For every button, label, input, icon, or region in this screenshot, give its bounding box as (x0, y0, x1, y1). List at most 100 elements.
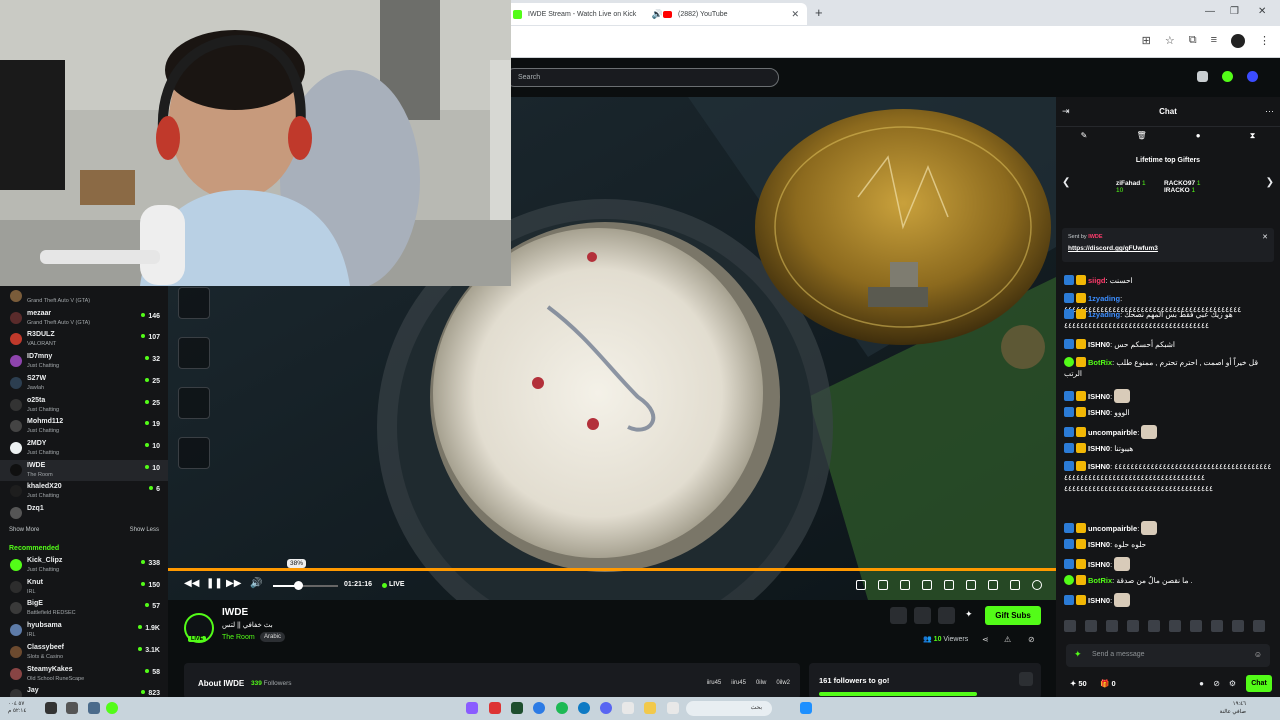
tray-kick-icon[interactable] (106, 702, 118, 714)
tray-1-icon[interactable] (45, 702, 57, 714)
chat-message[interactable]: ISHN0: اشبكم أحسكم حس (1064, 339, 1276, 350)
chat-message[interactable]: siigd: احسنت (1064, 275, 1276, 286)
chat-username[interactable]: uncompairble (1088, 524, 1137, 533)
app-edge-icon[interactable] (578, 702, 590, 714)
chat-username[interactable]: siigd (1088, 276, 1106, 285)
social-tiktok-link[interactable]: 0ilw2 (776, 680, 790, 686)
chat-message[interactable]: ISHN0: ٤٤٤٤٤٤٤٤٤٤٤٤٤٤٤٤٤٤٤٤٤٤٤٤٤٤٤٤٤٤٤٤٤… (1064, 461, 1276, 494)
taskbar-clock[interactable]: ١٩:٤٦ صافي عالنة (1220, 700, 1246, 716)
language-tag[interactable]: Arabic (260, 632, 286, 642)
overlay-button-1[interactable] (178, 287, 210, 319)
warning-icon[interactable]: ⚠ (1004, 635, 1011, 644)
subs-count[interactable]: 🎁 0 (1100, 679, 1116, 688)
window-close-icon[interactable]: ✕ (1258, 6, 1266, 17)
following-item[interactable]: S27W Jawlah 25 (0, 373, 168, 394)
emote-8-icon[interactable] (1211, 620, 1223, 632)
speed-icon[interactable] (900, 580, 910, 590)
live-indicator-label[interactable]: LIVE (389, 581, 405, 588)
chat-username[interactable]: ISHN0 (1088, 560, 1110, 569)
show-less-link[interactable]: Show Less (130, 527, 159, 533)
browser-menu-icon[interactable]: ⋮ (1259, 34, 1270, 48)
settings-gear-icon[interactable] (1032, 580, 1042, 590)
emote-1-icon[interactable] (1064, 620, 1076, 632)
overlay-button-3[interactable] (178, 387, 210, 419)
chat-users-icon[interactable]: ● (1199, 679, 1204, 688)
pinned-discord-link[interactable]: https://discord.gg/gFUwfum3 (1068, 245, 1158, 252)
app-discord-icon[interactable] (600, 702, 612, 714)
chat-message[interactable]: ISHN0: حلوه حلوه (1064, 539, 1276, 550)
theater-mode-icon[interactable] (988, 580, 998, 590)
chat-bubble-icon[interactable]: ● (1196, 131, 1201, 141)
chat-username[interactable]: BotRix (1088, 576, 1112, 585)
chat-message[interactable]: ISHN0: (1064, 389, 1276, 403)
sparkle-icon[interactable]: ✦ (965, 609, 973, 620)
emote-3-icon[interactable] (1106, 620, 1118, 632)
chat-username[interactable]: 1zyading (1088, 294, 1120, 303)
fullscreen-icon[interactable] (1010, 580, 1020, 590)
chat-username[interactable]: ISHN0 (1088, 392, 1110, 401)
emote-4-icon[interactable] (1127, 620, 1139, 632)
miniplayer-icon[interactable] (966, 580, 976, 590)
emote-6-icon[interactable] (1169, 620, 1181, 632)
streamer-name[interactable]: IWDE (222, 607, 248, 618)
emote-10-icon[interactable] (1253, 620, 1265, 632)
taskbar-weather[interactable]: ٥٧ ٠٠٤ ٥٢:١٤ م (8, 701, 26, 715)
bookmark-star-icon[interactable]: ☆ (1165, 34, 1175, 48)
pin-icon[interactable]: ✎ (1081, 131, 1088, 141)
recommended-item[interactable]: BigE Battlefield REDSEC 57 (0, 598, 168, 619)
search-input[interactable]: Search (505, 68, 779, 87)
social-x-link[interactable]: iiru45 (707, 680, 722, 686)
emoji-picker-icon[interactable]: ☺ (1254, 650, 1262, 659)
following-item[interactable]: Grand Theft Auto V (GTA) (0, 286, 168, 307)
emote-5-icon[interactable] (1148, 620, 1160, 632)
app-spotify-icon[interactable] (556, 702, 568, 714)
chat-username[interactable]: ISHN0 (1088, 408, 1110, 417)
tray-2-icon[interactable] (66, 702, 78, 714)
stats-icon[interactable] (922, 580, 932, 590)
profile-avatar[interactable] (1231, 34, 1245, 48)
forward-icon[interactable]: ▶▶ (226, 578, 241, 589)
following-item[interactable]: Dzq1 (0, 503, 168, 524)
chat-username[interactable]: 1zyading (1088, 310, 1120, 319)
tray-3-icon[interactable] (88, 702, 100, 714)
recommended-item[interactable]: Kick_Clipz Just Chatting 338 (0, 555, 168, 576)
user-avatar[interactable] (1247, 71, 1258, 82)
chat-message[interactable]: ISHN0: هيبوتنا (1064, 443, 1276, 454)
overlay-button-4[interactable] (178, 437, 210, 469)
volume-icon[interactable]: 🔊 (250, 578, 262, 589)
chat-message[interactable]: ISHN0: (1064, 557, 1276, 571)
slow-mode-icon[interactable]: ⊘ (1213, 679, 1220, 688)
translate-icon[interactable]: ⊞ (1142, 34, 1151, 48)
minimize-icon[interactable]: — (1205, 6, 1215, 17)
app-store-icon[interactable] (622, 702, 634, 714)
following-item[interactable]: 2MDY Just Chatting 10 (0, 438, 168, 459)
app-1-icon[interactable] (466, 702, 478, 714)
chat-message[interactable]: 1zyading: هو زيك عبي فقط بس المهم نصحك ٤… (1064, 309, 1276, 331)
video-progress-bar[interactable] (168, 568, 1056, 571)
chat-username[interactable]: ISHN0 (1088, 596, 1110, 605)
app-3-icon[interactable] (511, 702, 523, 714)
chat-message[interactable]: BotRix: ما نقصن مالٌ من صدقة . (1064, 575, 1276, 586)
stream-category[interactable]: The Room (222, 634, 255, 641)
app-2-icon[interactable] (489, 702, 501, 714)
gifters-prev-icon[interactable]: ❮ (1062, 177, 1070, 188)
emote-9-icon[interactable] (1232, 620, 1244, 632)
share-icon[interactable]: ⋖ (982, 635, 989, 644)
emote-7-icon[interactable] (1190, 620, 1202, 632)
app-notepad-icon[interactable] (667, 702, 679, 714)
following-item[interactable]: khaledX20 Just Chatting 6 (0, 481, 168, 502)
tab-youtube[interactable]: (2882) YouTube ✕ (655, 3, 807, 25)
chat-message[interactable]: uncompairble: (1064, 425, 1276, 439)
following-item[interactable]: R3DULZ VALORANT 107 (0, 329, 168, 350)
start-menu-icon[interactable] (800, 702, 812, 714)
mute-icon[interactable]: ⊘ (1028, 635, 1035, 644)
recommended-item[interactable]: Classybeef Slots & Casino 3.1K (0, 642, 168, 663)
chat-username[interactable]: ISHN0 (1088, 444, 1110, 453)
new-tab-icon[interactable]: + (815, 5, 823, 20)
following-item[interactable]: IWDE The Room 10 (0, 459, 168, 481)
pip-icon[interactable] (944, 580, 954, 590)
recommended-item[interactable]: SteamyKakes Old School RuneScape 58 (0, 664, 168, 685)
gifter-2[interactable]: RACKO97 1 IRACKO 1 (1164, 180, 1201, 194)
chat-message[interactable]: ISHN0: الووو (1064, 407, 1276, 418)
app-chrome-icon[interactable] (533, 702, 545, 714)
